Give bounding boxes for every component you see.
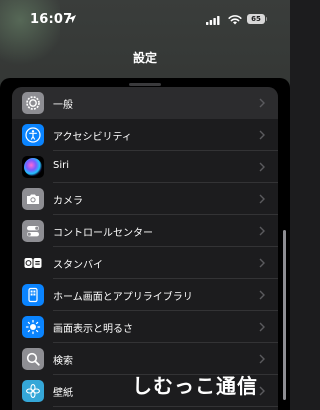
search-icon (22, 348, 44, 370)
scrollbar[interactable] (283, 230, 286, 400)
settings-row-label: 検索 (53, 356, 73, 367)
toggles-icon (22, 220, 44, 242)
cellular-signal-icon (206, 16, 220, 25)
gear-icon (22, 92, 44, 114)
settings-list: 一般 アクセシビリティ Siri カメラ コントロールセンター スタンバイ ホー… (12, 87, 278, 410)
settings-row-general[interactable]: 一般 (12, 87, 278, 119)
accessibility-icon (22, 124, 44, 146)
settings-row-label: コントロールセンター (53, 228, 153, 239)
chevron-right-icon (259, 162, 265, 172)
chevron-right-icon (259, 290, 265, 300)
chevron-right-icon (259, 386, 265, 396)
settings-row-label: カメラ (53, 196, 83, 207)
settings-row-display-brightness[interactable]: 画面表示と明るさ (12, 311, 278, 343)
settings-row-label: 壁紙 (53, 388, 73, 399)
brightness-icon (22, 316, 44, 338)
settings-row-label: アクセシビリティ (53, 132, 132, 143)
chevron-right-icon (259, 354, 265, 364)
settings-sheet: 一般 アクセシビリティ Siri カメラ コントロールセンター スタンバイ ホー… (0, 78, 290, 410)
status-bar: 16:07 65 (0, 0, 290, 42)
chevron-right-icon (259, 194, 265, 204)
settings-row-home-screen[interactable]: ホーム画面とアプリライブラリ (12, 279, 278, 311)
page-title: 設定 (132, 51, 157, 65)
settings-row-standby[interactable]: スタンバイ (12, 247, 278, 279)
watermark-text: しむっこ通信 (132, 374, 258, 398)
location-arrow-icon (68, 15, 76, 23)
sheet-grabber[interactable] (129, 83, 161, 86)
home-screen-icon (22, 284, 44, 306)
settings-row-label: ホーム画面とアプリライブラリ (53, 292, 193, 303)
chevron-right-icon (259, 98, 265, 108)
chevron-right-icon (259, 322, 265, 332)
siri-icon (22, 156, 44, 178)
standby-icon (22, 252, 44, 274)
row-separator (53, 406, 278, 407)
chevron-right-icon (259, 226, 265, 236)
settings-row-siri[interactable]: Siri (12, 151, 278, 183)
settings-row-label: スタンバイ (53, 260, 103, 271)
wifi-icon (228, 15, 242, 25)
settings-row-control-center[interactable]: コントロールセンター (12, 215, 278, 247)
chevron-right-icon (259, 258, 265, 268)
battery-icon: 65 (247, 14, 267, 24)
camera-icon (22, 188, 44, 210)
settings-row-label: 画面表示と明るさ (53, 324, 133, 335)
settings-row-camera[interactable]: カメラ (12, 183, 278, 215)
settings-row-accessibility[interactable]: アクセシビリティ (12, 119, 278, 151)
settings-row-label: Siri (53, 160, 70, 171)
chevron-right-icon (259, 130, 265, 140)
settings-row-label: 一般 (53, 100, 73, 111)
wallpaper-icon (22, 380, 44, 402)
